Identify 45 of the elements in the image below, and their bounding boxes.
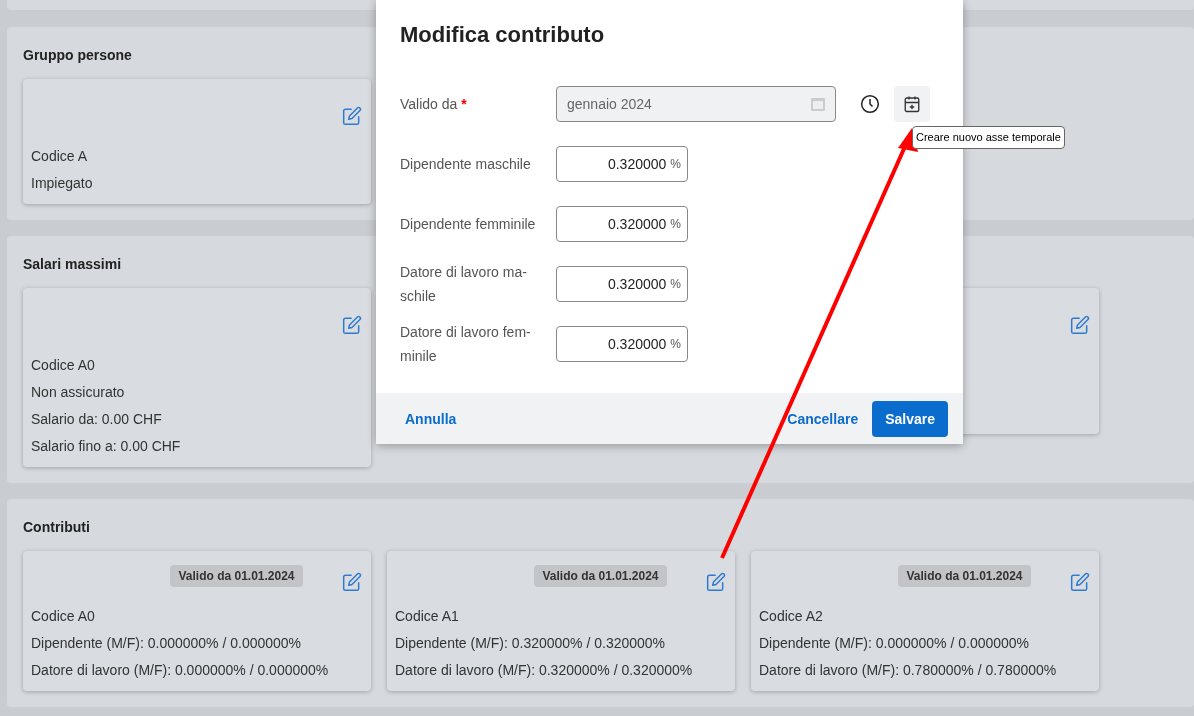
card-text: Datore di lavoro (M/F): 0.000000% / 0.000000%	[31, 661, 330, 679]
card-text: Dipendente (M/F): 0.000000% / 0.000000%	[759, 634, 1031, 652]
percent-field[interactable]: 0.320000 %	[556, 206, 688, 242]
link-button[interactable]: Cancellare	[787, 408, 859, 429]
card-text: Salario da: 0.00 CHF	[31, 410, 163, 428]
section-title: Contributi	[23, 518, 90, 537]
new-timeline-button[interactable]	[894, 86, 930, 122]
field-label: Dipendente femminile	[400, 215, 536, 234]
field-label: Datore di lavoro fem-minile	[400, 323, 532, 366]
save-button[interactable]: Salvare	[872, 400, 948, 437]
edit-icon[interactable]	[342, 315, 362, 335]
field-label: Valido da	[400, 95, 458, 114]
dialog-title: Modifica contributo	[399, 21, 606, 49]
edit-icon[interactable]	[342, 106, 362, 126]
card-text: Datore di lavoro (M/F): 0.780000% / 0.780000%	[759, 661, 1058, 679]
link-button[interactable]: Annulla	[405, 408, 457, 429]
edit-icon[interactable]	[1070, 572, 1090, 592]
edit-icon[interactable]	[1070, 315, 1090, 335]
section-title: Gruppo persone	[23, 46, 132, 65]
edit-icon[interactable]	[342, 572, 362, 592]
card-text: Codice A0	[31, 607, 96, 625]
card-text: Codice A1	[395, 607, 460, 625]
clock-icon[interactable]	[860, 94, 880, 114]
field-label: Dipendente maschile	[400, 155, 531, 174]
section-title: Salari massimi	[23, 255, 122, 274]
percent-field[interactable]: 0.320000 %	[556, 326, 688, 362]
card-text: Datore di lavoro (M/F): 0.320000% / 0.320000%	[395, 661, 694, 679]
card-text: Codice A	[31, 147, 89, 165]
valid-from-badge: Valido da 01.01.2024	[170, 565, 303, 587]
tooltip: Creare nuovo asse temporale	[912, 126, 1065, 149]
card-text: Dipendente (M/F): 0.000000% / 0.000000%	[31, 634, 303, 652]
calendar-plus-icon	[903, 95, 921, 113]
edit-icon[interactable]	[706, 572, 726, 592]
valid-from-badge: Valido da 01.01.2024	[534, 565, 667, 587]
card-text: Non assicurato	[31, 383, 126, 401]
percent-field[interactable]: 0.320000 %	[556, 266, 688, 302]
field-label: Datore di lavoro ma-schile	[400, 263, 528, 306]
card-text: Impiegato	[31, 174, 94, 192]
card-text: Codice A2	[759, 607, 824, 625]
card-text: Codice A0	[31, 356, 96, 374]
required-mark: *	[461, 95, 467, 114]
valid-from-badge: Valido da 01.01.2024	[898, 565, 1031, 587]
percent-field[interactable]: 0.320000 %	[556, 146, 688, 182]
card-text: Salario fino a: 0.00 CHF	[31, 437, 182, 455]
card-text: Dipendente (M/F): 0.320000% / 0.320000%	[395, 634, 667, 652]
